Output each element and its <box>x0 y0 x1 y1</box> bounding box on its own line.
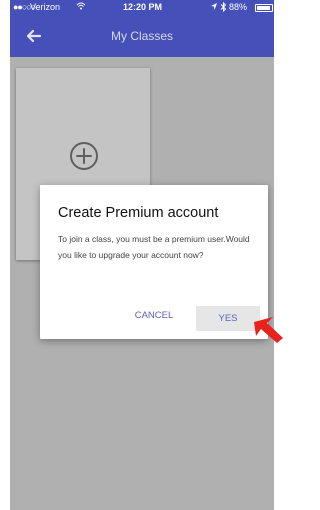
status-time: 12:20 PM <box>123 2 163 12</box>
back-button[interactable] <box>20 23 46 49</box>
dialog-message: To join a class, you must be a premium u… <box>58 234 250 260</box>
battery-icon <box>255 4 273 12</box>
battery-percentage: 88% <box>229 2 248 12</box>
phone-screen: ●●○○○ Verizon 12:20 PM 88% My Classes Cr… <box>10 0 274 510</box>
cancel-button[interactable]: CANCEL <box>132 308 176 324</box>
status-bar: ●●○○○ Verizon 12:20 PM 88% <box>10 0 274 15</box>
create-premium-dialog: Create Premium account To join a class, … <box>40 185 268 339</box>
wifi-icon <box>76 1 86 13</box>
yes-button[interactable]: YES <box>196 306 260 331</box>
plus-circle-icon <box>70 142 98 170</box>
pointer-arrow-icon <box>254 317 283 343</box>
carrier-label: Verizon <box>30 2 61 12</box>
arrow-left-icon <box>26 29 41 43</box>
app-bar: My Classes <box>10 15 274 57</box>
bluetooth-icon <box>220 1 227 14</box>
location-icon <box>210 2 218 13</box>
page-title: My Classes <box>110 29 173 43</box>
dialog-title: Create Premium account <box>58 205 219 221</box>
